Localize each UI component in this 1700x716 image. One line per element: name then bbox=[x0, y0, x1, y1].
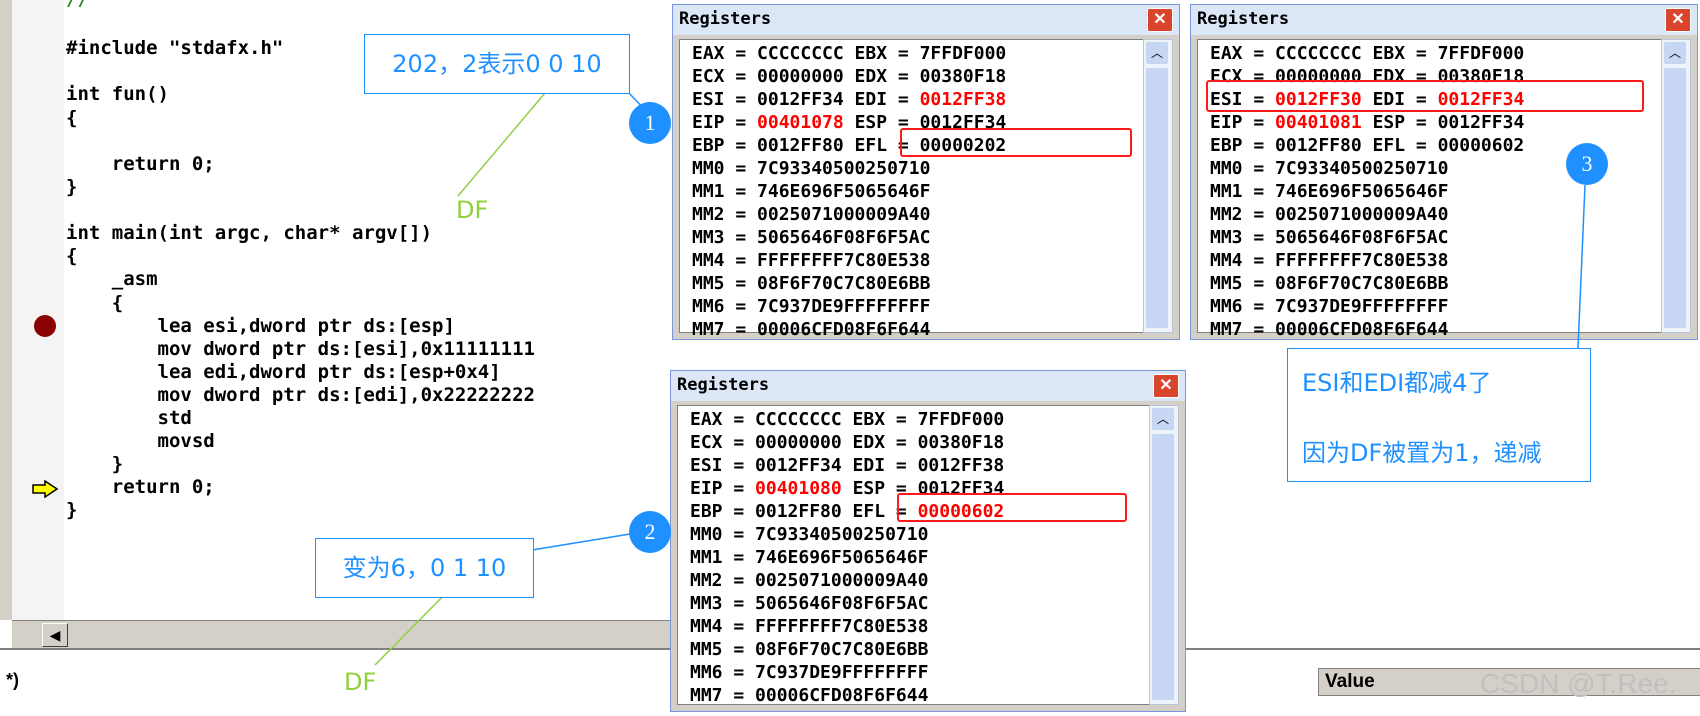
df-label-1: DF bbox=[456, 196, 489, 224]
connector-line-2 bbox=[531, 533, 631, 551]
annotation-text-1: 202，2表示0 0 10 bbox=[392, 50, 602, 78]
annotation-box-3: ESI和EDI都减4了 因为DF被置为1，递减 bbox=[1287, 348, 1591, 482]
annotation-box-2: 变为6，0 1 10 bbox=[315, 538, 534, 598]
annotation-text-3b: 因为DF被置为1，递减 bbox=[1302, 439, 1542, 467]
step-badge-1: 1 bbox=[629, 102, 671, 144]
step-badge-2: 2 bbox=[629, 511, 671, 553]
step-badge-3: 3 bbox=[1566, 143, 1608, 185]
df-arrow-line-1 bbox=[457, 79, 557, 197]
df-label-2: DF bbox=[344, 668, 377, 696]
connector-line-3 bbox=[1577, 184, 1586, 349]
annotation-text-2: 变为6，0 1 10 bbox=[342, 554, 507, 582]
annotation-box-1: 202，2表示0 0 10 bbox=[364, 34, 630, 94]
annotation-text-3a: ESI和EDI都减4了 bbox=[1302, 369, 1492, 397]
